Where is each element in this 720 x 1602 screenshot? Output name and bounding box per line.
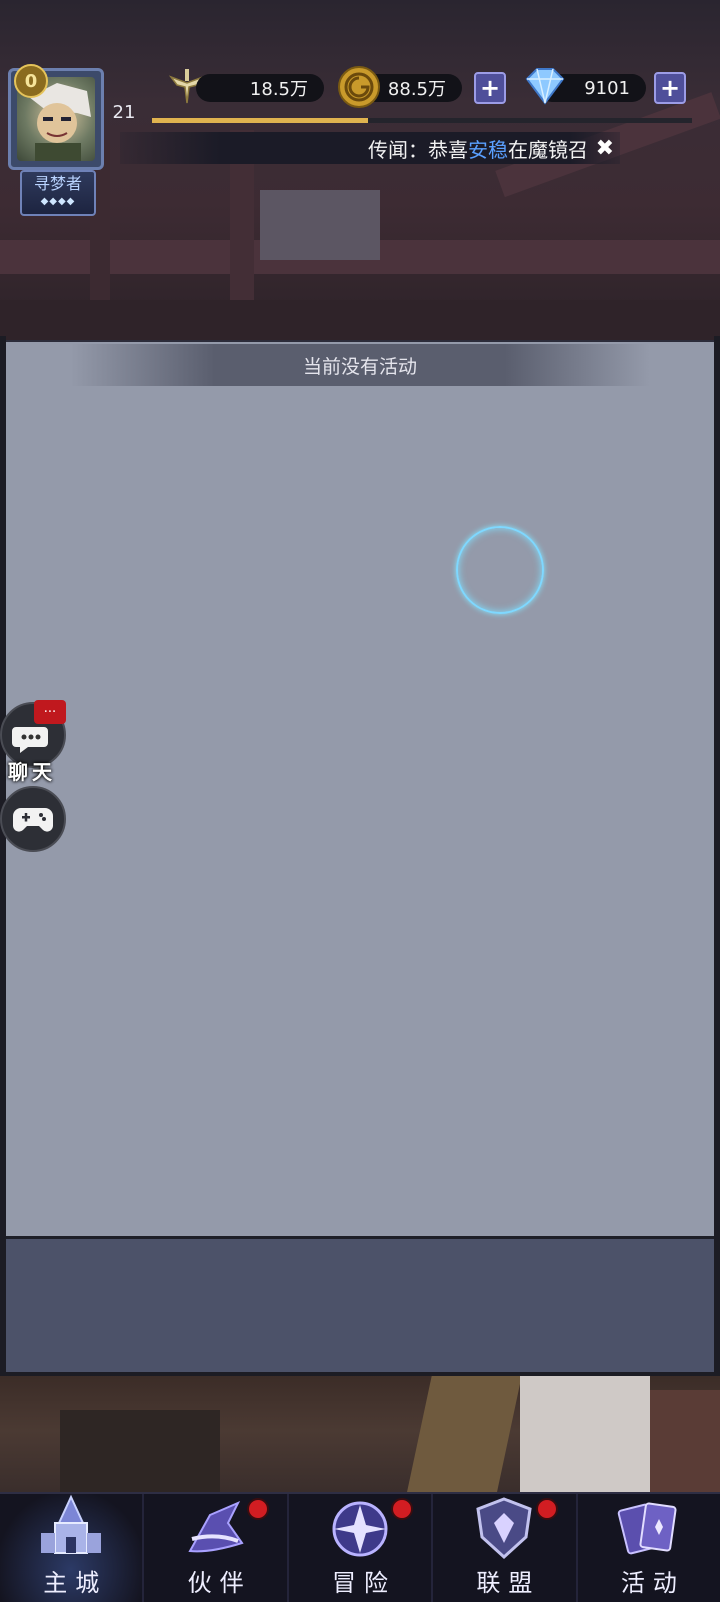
nav-main-city[interactable]: 主城 [0, 1493, 145, 1602]
power-value: 18.5万 [249, 79, 308, 100]
player-title: 寻梦者 [33, 174, 82, 193]
nav-label: 活动 [620, 1569, 685, 1597]
activity-panel [6, 340, 714, 1238]
notification-dot [391, 1498, 414, 1520]
title-stars: ◆◆◆◆ [40, 196, 76, 207]
add-gold-button[interactable]: + [474, 72, 506, 104]
nav-label: 联盟 [476, 1569, 541, 1597]
compass-icon [321, 1493, 399, 1563]
nav-adventure[interactable]: 冒险 [289, 1493, 434, 1602]
nav-partners[interactable]: 伙伴 [144, 1493, 289, 1602]
plus-icon: + [479, 74, 501, 102]
gold-value: 88.5万 [387, 79, 446, 100]
wizard-hat-icon [177, 1493, 255, 1563]
notification-dot [535, 1498, 558, 1520]
plus-icon: + [659, 74, 681, 102]
game-button[interactable] [0, 786, 66, 852]
background-scene-top [0, 0, 720, 340]
chat-label: 聊天 [8, 760, 56, 784]
power-display: 18.5万 [196, 74, 324, 102]
nav-events[interactable]: 活动 [578, 1494, 720, 1602]
nav-label: 伙伴 [187, 1569, 252, 1597]
panel-footer [6, 1236, 714, 1375]
no-activity-text: 当前没有活动 [302, 355, 417, 378]
gamepad-icon [13, 808, 53, 832]
panel-header: 当前没有活动 [70, 344, 650, 386]
add-diamond-button[interactable]: + [654, 72, 686, 104]
gold-coin-icon [336, 64, 382, 110]
xp-bar-fill [152, 118, 368, 123]
news-prefix: 传闻：恭喜 [368, 137, 468, 162]
cards-icon [610, 1493, 688, 1563]
close-icon[interactable]: ✖ [596, 136, 614, 161]
news-suffix: 在魔镜召 [508, 137, 588, 162]
background-scene-bottom [0, 1370, 720, 1492]
diamond-icon [522, 66, 568, 106]
diamond-value: 9101 [584, 77, 630, 99]
nav-alliance[interactable]: 联盟 [433, 1493, 578, 1602]
player-level: 21 [112, 102, 136, 123]
chat-unread-badge: ... [34, 700, 66, 724]
xp-bar [152, 118, 692, 123]
notification-dot [246, 1498, 269, 1520]
nav-label: 冒险 [332, 1569, 397, 1597]
shield-icon [465, 1493, 543, 1563]
news-player-name: 安稳 [468, 137, 508, 162]
bottom-nav: 主城 伙伴 冒险 联盟 活动 [0, 1492, 720, 1602]
window [260, 190, 380, 260]
player-title-plate: 寻梦者 ◆◆◆◆ [20, 170, 96, 216]
news-ticker[interactable]: 传闻：恭喜 安稳 在魔镜召 ✖ [120, 132, 620, 164]
loading-bubble-icon [456, 526, 544, 614]
nav-label: 主城 [43, 1569, 108, 1597]
vip-badge: 0 [14, 64, 48, 98]
castle-icon [32, 1493, 110, 1563]
